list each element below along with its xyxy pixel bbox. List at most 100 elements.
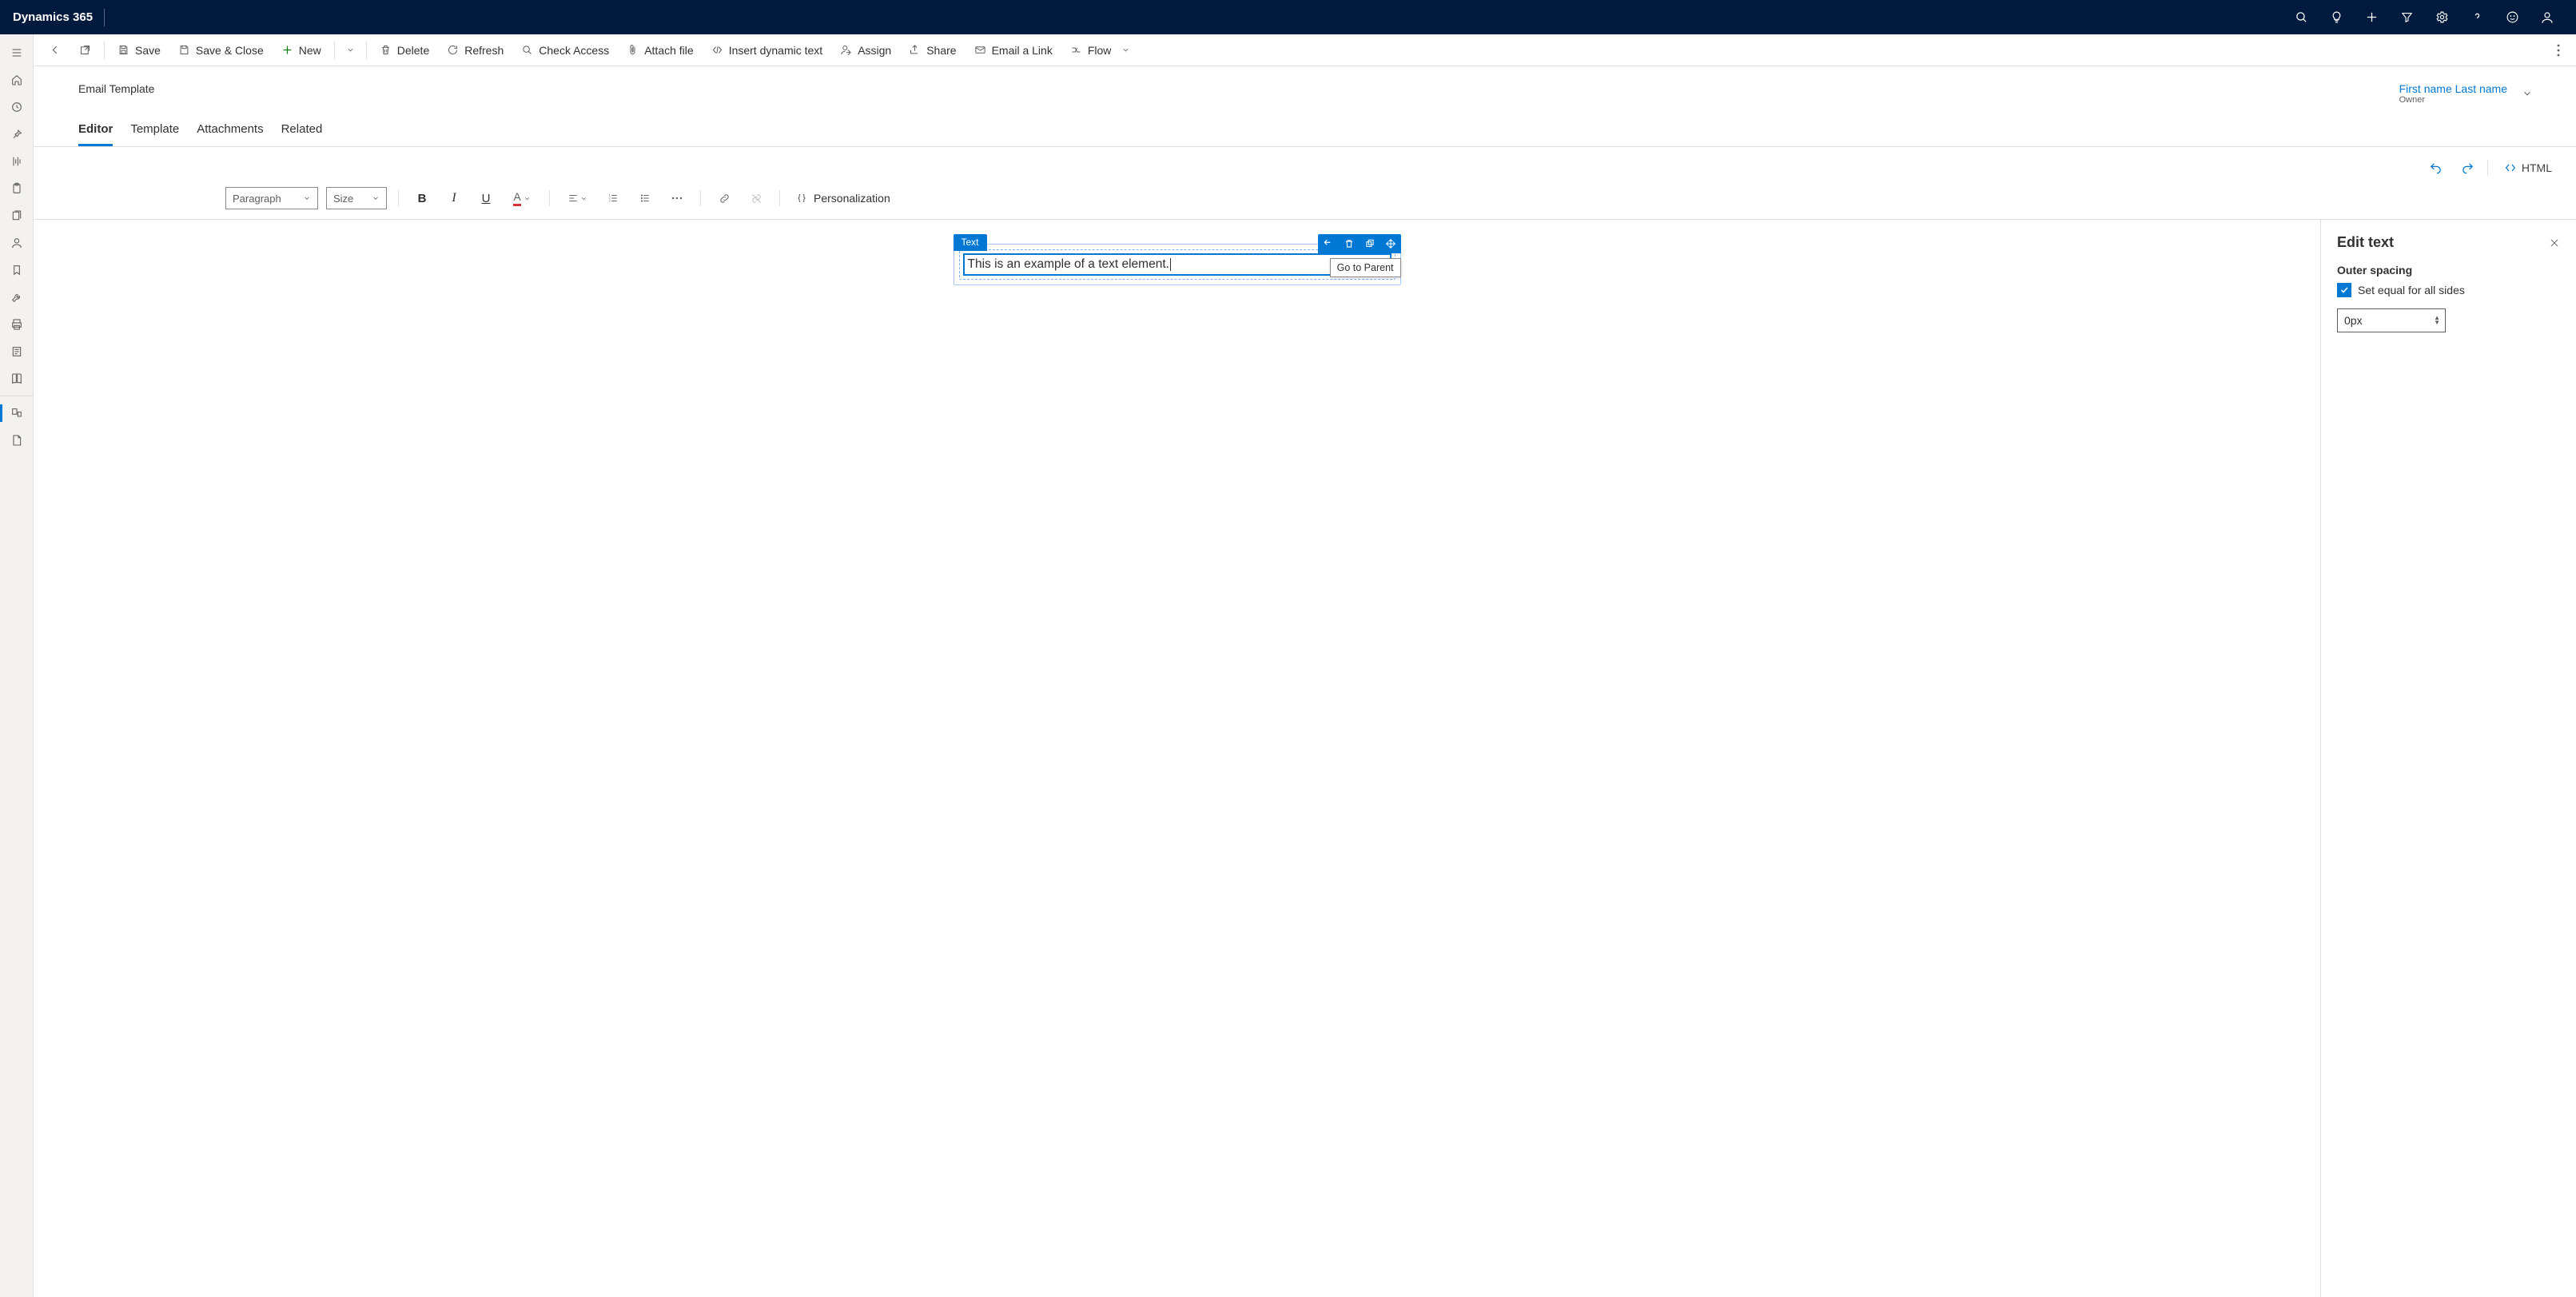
share-button[interactable]: Share [901, 38, 964, 63]
toolbar-delete-icon[interactable] [1339, 234, 1360, 253]
svg-text:3: 3 [609, 200, 611, 203]
check-access-button[interactable]: Check Access [513, 38, 617, 63]
contacts-icon[interactable] [0, 229, 34, 257]
record-header: Email Template First name Last name Owne… [34, 66, 2576, 105]
save-button[interactable]: Save [109, 38, 169, 63]
italic-button[interactable]: I [442, 187, 466, 209]
lightbulb-icon[interactable] [2320, 0, 2352, 34]
text-element[interactable]: This is an example of a text element. [963, 253, 1392, 276]
personalization-label: Personalization [814, 192, 890, 205]
file-stack-icon[interactable] [0, 202, 34, 229]
real-time-icon[interactable] [0, 148, 34, 175]
toolbar-move-icon[interactable] [1380, 234, 1401, 253]
redo-button[interactable] [2455, 157, 2481, 179]
link-button[interactable] [712, 187, 736, 209]
outer-spacing-label: Outer spacing [2337, 264, 2560, 277]
recent-icon[interactable] [0, 93, 34, 121]
editor-actions-row: HTML [34, 147, 2576, 187]
spacing-stepper[interactable]: ▲▼ [2434, 316, 2440, 325]
save-close-button[interactable]: Save & Close [170, 38, 272, 63]
editorbar-separator [2487, 160, 2488, 176]
cmd-separator [104, 42, 105, 59]
tab-template[interactable]: Template [130, 122, 179, 146]
html-label: HTML [2522, 161, 2552, 174]
assign-button[interactable]: Assign [832, 38, 899, 63]
unlink-button[interactable] [744, 187, 768, 209]
personalization-button[interactable]: Personalization [791, 192, 895, 205]
cmd-separator [366, 42, 367, 59]
toolbar-back-icon[interactable] [1318, 234, 1339, 253]
tab-related[interactable]: Related [281, 122, 323, 146]
check-access-label: Check Access [539, 44, 609, 57]
more-formatting-button[interactable] [665, 187, 689, 209]
command-bar: Save Save & Close New Delete Refresh Che… [34, 34, 2576, 66]
print-icon[interactable] [0, 311, 34, 338]
more-commands-button[interactable] [2549, 38, 2568, 63]
attach-file-button[interactable]: Attach file [619, 38, 701, 63]
editor-canvas[interactable]: Text This is an example of a text elemen… [34, 220, 2320, 1297]
template-editor-icon[interactable] [0, 400, 34, 427]
bullet-list-button[interactable] [633, 187, 657, 209]
font-color-button[interactable]: A [506, 187, 538, 209]
go-to-parent-tooltip: Go to Parent [1330, 258, 1401, 277]
owner-block[interactable]: First name Last name Owner [2399, 82, 2507, 105]
book-icon[interactable] [0, 365, 34, 392]
spacing-input[interactable]: 0px ▲▼ [2337, 308, 2446, 332]
add-icon[interactable] [2355, 0, 2387, 34]
account-icon[interactable] [2531, 0, 2563, 34]
page-icon[interactable] [0, 427, 34, 454]
note-icon[interactable] [0, 338, 34, 365]
home-icon[interactable] [0, 66, 34, 93]
tab-editor[interactable]: Editor [78, 122, 113, 146]
bookmark-icon[interactable] [0, 257, 34, 284]
flow-button[interactable]: Flow [1062, 38, 1139, 63]
header-expand-button[interactable] [2522, 88, 2533, 99]
clipboard-icon[interactable] [0, 175, 34, 202]
tab-attachments[interactable]: Attachments [197, 122, 263, 146]
search-icon[interactable] [2285, 0, 2317, 34]
rt-separator [398, 190, 399, 206]
properties-panel: Edit text Outer spacing Set equal for al… [2320, 220, 2576, 1297]
numbered-list-button[interactable]: 123 [601, 187, 625, 209]
font-size-select[interactable]: Size [326, 187, 387, 209]
help-icon[interactable] [2461, 0, 2493, 34]
app-title: Dynamics 365 [13, 10, 93, 24]
filter-icon[interactable] [2391, 0, 2423, 34]
settings-icon[interactable] [2426, 0, 2458, 34]
html-view-button[interactable]: HTML [2499, 161, 2557, 174]
delete-label: Delete [397, 44, 429, 57]
set-equal-label: Set equal for all sides [2358, 284, 2465, 296]
insert-dynamic-button[interactable]: Insert dynamic text [703, 38, 831, 63]
spacing-value: 0px [2344, 314, 2363, 327]
underline-button[interactable]: U [474, 187, 498, 209]
new-dropdown-button[interactable] [340, 38, 361, 63]
delete-button[interactable]: Delete [372, 38, 437, 63]
align-button[interactable] [561, 187, 593, 209]
bold-button[interactable]: B [410, 187, 434, 209]
size-label: Size [333, 193, 353, 205]
toolbar-duplicate-icon[interactable] [1360, 234, 1380, 253]
topbar-divider [104, 9, 105, 26]
flow-label: Flow [1088, 44, 1112, 57]
menu-toggle-icon[interactable] [0, 39, 34, 66]
assign-label: Assign [858, 44, 891, 57]
open-new-window-button[interactable] [71, 38, 99, 63]
refresh-button[interactable]: Refresh [439, 38, 512, 63]
set-equal-checkbox[interactable] [2337, 283, 2351, 297]
email-link-button[interactable]: Email a Link [966, 38, 1061, 63]
paragraph-style-select[interactable]: Paragraph [225, 187, 318, 209]
tools-icon[interactable] [0, 284, 34, 311]
refresh-label: Refresh [464, 44, 504, 57]
feedback-icon[interactable] [2496, 0, 2528, 34]
back-button[interactable] [42, 38, 70, 63]
new-button[interactable]: New [273, 38, 329, 63]
close-panel-button[interactable] [2549, 237, 2560, 249]
insert-dynamic-label: Insert dynamic text [729, 44, 823, 57]
entity-name: Email Template [78, 82, 154, 95]
save-label: Save [135, 44, 161, 57]
pinned-icon[interactable] [0, 121, 34, 148]
rt-separator [700, 190, 701, 206]
element-toolbar [1318, 234, 1401, 253]
richtext-toolbar: Paragraph Size B I U A 123 Personalizati… [34, 187, 2576, 220]
undo-button[interactable] [2423, 157, 2449, 179]
